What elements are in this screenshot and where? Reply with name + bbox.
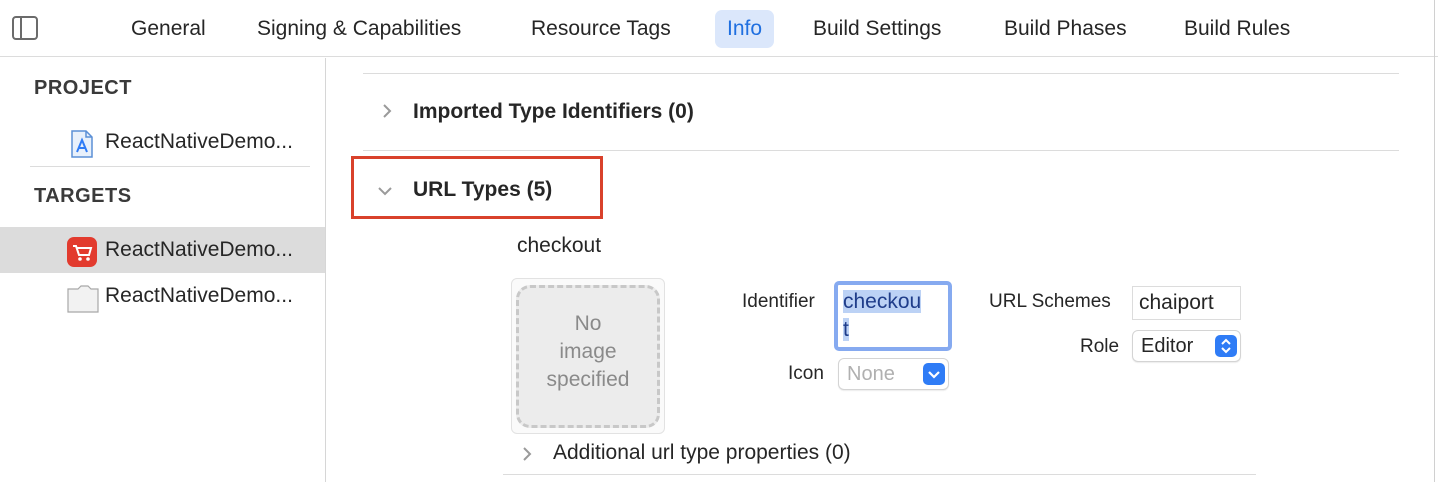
tab-signing-capabilities[interactable]: Signing & Capabilities <box>245 10 473 48</box>
xcode-project-icon <box>71 130 93 158</box>
url-type-image-well[interactable]: No image specified <box>511 278 665 434</box>
sidebar-divider <box>30 166 310 167</box>
role-value: Editor <box>1141 335 1194 357</box>
sidebar-item-target-app[interactable]: ReactNativeDemo... <box>0 227 325 273</box>
image-placeholder-text: specified <box>546 368 630 391</box>
chevron-down-icon[interactable] <box>378 184 392 198</box>
url-schemes-label: URL Schemes <box>989 291 1111 312</box>
url-type-name: checkout <box>517 234 602 257</box>
tab-build-phases[interactable]: Build Phases <box>992 10 1139 48</box>
separator <box>503 474 1256 475</box>
url-types-header[interactable]: URL Types (5) <box>413 178 552 202</box>
icon-placeholder: None <box>847 363 895 385</box>
url-schemes-field[interactable]: chaiport <box>1132 286 1241 320</box>
info-editor: Imported Type Identifiers (0) URL Types … <box>327 58 1433 482</box>
test-bundle-icon <box>67 285 99 313</box>
icon-label: Icon <box>788 363 824 384</box>
image-placeholder: No image specified <box>516 285 660 428</box>
sidebar-item-label: ReactNativeDemo... <box>105 238 293 261</box>
tab-info[interactable]: Info <box>715 10 775 48</box>
identifier-value-wrap: t <box>843 318 849 341</box>
targets-section-header: TARGETS <box>34 185 132 207</box>
sidebar-item-project[interactable]: ReactNativeDemo... <box>0 119 325 165</box>
chevron-right-icon[interactable] <box>380 104 394 118</box>
identifier-field[interactable]: checkou t <box>834 281 952 351</box>
sidebar-toggle-icon[interactable] <box>12 16 38 40</box>
role-popup-button[interactable]: Editor <box>1132 330 1241 362</box>
chevron-right-icon[interactable] <box>520 447 534 461</box>
editor-tab-bar: General Signing & Capabilities Resource … <box>0 0 1438 57</box>
imported-type-identifiers-header[interactable]: Imported Type Identifiers (0) <box>413 100 694 124</box>
project-targets-sidebar: PROJECT ReactNativeDemo... TARGETS React… <box>0 58 326 482</box>
separator <box>363 150 1399 151</box>
role-label: Role <box>1080 336 1120 357</box>
sidebar-item-target-tests[interactable]: ReactNativeDemo... <box>0 273 325 319</box>
project-section-header: PROJECT <box>34 77 132 99</box>
sidebar-item-label: ReactNativeDemo... <box>105 130 293 153</box>
separator <box>363 73 1399 74</box>
chevron-down-icon[interactable] <box>923 363 945 385</box>
app-cart-icon <box>67 237 97 267</box>
tab-resource-tags[interactable]: Resource Tags <box>519 10 683 48</box>
tab-general[interactable]: General <box>119 10 218 48</box>
sidebar-item-label: ReactNativeDemo... <box>105 284 293 307</box>
tab-build-settings[interactable]: Build Settings <box>801 10 953 48</box>
identifier-value: checkou <box>843 290 922 313</box>
window-edge <box>1434 0 1435 482</box>
chevron-up-down-icon <box>1215 335 1237 357</box>
icon-combo-box[interactable]: None <box>838 358 949 390</box>
identifier-label: Identifier <box>742 291 815 312</box>
additional-url-type-properties[interactable]: Additional url type properties (0) <box>553 441 851 465</box>
tab-build-rules[interactable]: Build Rules <box>1172 10 1302 48</box>
image-placeholder-text: No <box>574 312 602 335</box>
image-placeholder-text: image <box>559 340 617 363</box>
